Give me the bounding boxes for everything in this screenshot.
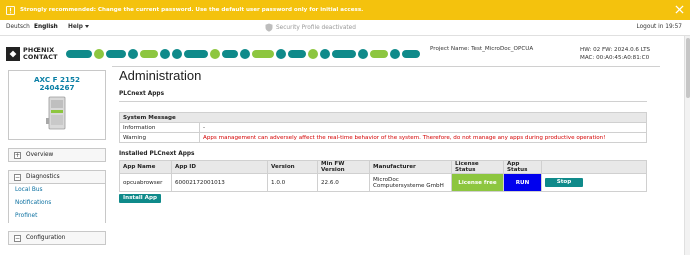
- install-app-button[interactable]: Install App: [119, 194, 161, 203]
- brand-pattern-banner: [66, 49, 420, 59]
- app-min-fw-version: 22.6.0: [317, 173, 370, 192]
- scrollbar-thumb[interactable]: [686, 38, 690, 98]
- logo-line-2: CONTACT: [23, 52, 58, 61]
- help-label: Help: [68, 24, 83, 30]
- chevron-down-icon: [84, 25, 89, 28]
- sidebar-link-profinet[interactable]: Profinet: [9, 210, 105, 223]
- table-row: opcuabrowser 60002172001013 1.0.0 22.6.0…: [119, 173, 647, 192]
- header: PHŒNIX CONTACT Project Name: Test_MicroD…: [0, 40, 690, 66]
- page-scrollbar[interactable]: [684, 36, 690, 255]
- diagnostics-links: Local Bus Notifications Profinet: [8, 184, 106, 223]
- device-box: AXC F 2152 2404267: [8, 70, 106, 140]
- sidebar: AXC F 2152 2404267 + Overview − Diagnost…: [8, 70, 106, 245]
- help-menu[interactable]: Help: [68, 24, 89, 30]
- warning-icon: [6, 5, 15, 15]
- message-value-warning: Apps management can adversely affect the…: [199, 132, 647, 143]
- column-header: App Name: [119, 160, 172, 174]
- sidebar-item-label: Configuration: [26, 235, 66, 241]
- app-version: 1.0.0: [267, 173, 318, 192]
- sidebar-item-overview[interactable]: + Overview: [8, 148, 106, 162]
- controller-device-image: [46, 96, 66, 130]
- header-divider: [112, 66, 660, 67]
- sidebar-link-local-bus[interactable]: Local Bus: [9, 184, 105, 197]
- section-divider: [119, 101, 647, 102]
- plus-icon: +: [14, 151, 21, 159]
- system-message-table: System Message Information - Warning App…: [119, 112, 647, 143]
- app-id: 60002172001013: [171, 173, 268, 192]
- mac-address: MAC: 00:A0:45:A0:81:C0: [580, 55, 650, 61]
- installed-apps-table: App Name App ID Version Min FW Version M…: [119, 160, 647, 192]
- app-name: opcuabrowser: [119, 173, 172, 192]
- logo-mark-icon: [6, 46, 20, 61]
- sidebar-item-diagnostics[interactable]: − Diagnostics: [8, 170, 106, 184]
- logo-text: PHŒNIX CONTACT: [23, 46, 58, 61]
- password-warning-bar: Strongly recommended: Change the current…: [0, 0, 690, 20]
- app-action-cell: Stop: [541, 173, 647, 192]
- column-header: License Status: [451, 160, 504, 174]
- minus-icon: −: [14, 173, 21, 181]
- installed-apps-title: Installed PLCnext Apps: [119, 151, 195, 157]
- security-profile-label: Security Profile deactivated: [276, 24, 356, 31]
- section-title-plcnext-apps: PLCnext Apps: [119, 91, 165, 97]
- hardware-info: HW: 02 FW: 2024.0.6 LTS MAC: 00:A0:45:A0…: [580, 46, 650, 62]
- device-order-number: 2404267: [39, 83, 75, 92]
- language-deutsch[interactable]: Deutsch: [6, 24, 30, 30]
- phoenix-contact-logo: PHŒNIX CONTACT: [6, 43, 64, 64]
- sidebar-item-label: Overview: [26, 152, 54, 158]
- table-row: Information -: [119, 122, 647, 133]
- sidebar-link-notifications[interactable]: Notifications: [9, 197, 105, 210]
- license-status-badge: License free: [451, 173, 504, 192]
- column-header: Min FW Version: [317, 160, 370, 174]
- stop-app-button[interactable]: Stop: [545, 178, 583, 187]
- page-title: Administration: [119, 68, 202, 83]
- message-value: -: [199, 122, 647, 133]
- column-header: App Status: [503, 160, 542, 174]
- app-status-badge: RUN: [503, 173, 542, 192]
- main-content: Administration PLCnext Apps System Messa…: [119, 68, 649, 203]
- project-name: Project Name: Test_MicroDoc_OPCUA: [430, 46, 534, 52]
- column-header: Version: [267, 160, 318, 174]
- language-english[interactable]: English: [34, 24, 58, 30]
- app-manufacturer: MicroDoc Computersysteme GmbH: [369, 173, 452, 192]
- warning-text: Strongly recommended: Change the current…: [20, 7, 364, 13]
- column-header: App ID: [171, 160, 268, 174]
- column-header-action: [541, 160, 647, 174]
- table-header-row: App Name App ID Version Min FW Version M…: [119, 160, 647, 174]
- top-bar: Deutsch English Help Security Profile de…: [0, 20, 690, 36]
- message-label: Information: [119, 122, 200, 133]
- close-icon[interactable]: [675, 5, 684, 14]
- shield-icon: [265, 23, 273, 32]
- table-row: Warning Apps management can adversely af…: [119, 132, 647, 143]
- column-header: Manufacturer: [369, 160, 452, 174]
- device-name: AXC F 2152 2404267: [9, 76, 105, 92]
- logout-link[interactable]: Logout in 19:57: [636, 24, 682, 30]
- sidebar-item-label: Diagnostics: [26, 174, 60, 180]
- system-message-header: System Message: [119, 112, 647, 123]
- security-profile-status: Security Profile deactivated: [265, 23, 356, 32]
- sidebar-item-configuration[interactable]: − Configuration: [8, 231, 106, 245]
- hw-fw-version: HW: 02 FW: 2024.0.6 LTS: [580, 47, 651, 53]
- message-label: Warning: [119, 132, 200, 143]
- minus-icon: −: [14, 234, 21, 242]
